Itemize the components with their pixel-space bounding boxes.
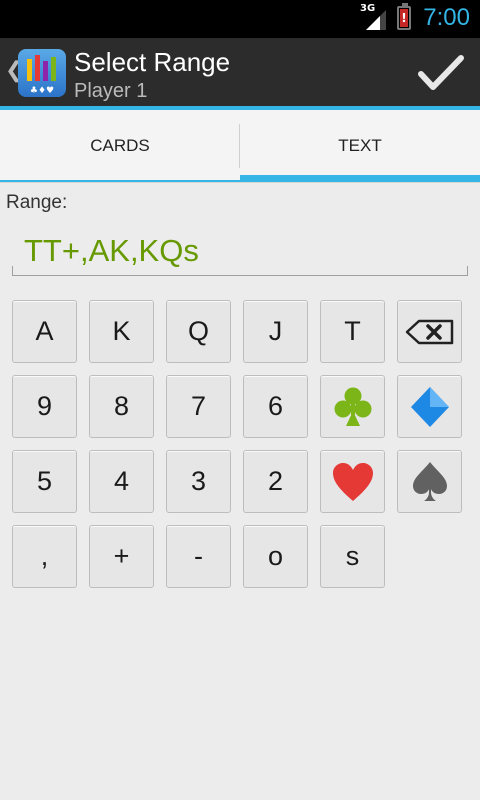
diamond-suit-icon bbox=[410, 386, 449, 427]
battery-alert-icon: ! bbox=[397, 3, 411, 30]
key-6[interactable]: 6 bbox=[243, 375, 308, 438]
key-q[interactable]: Q bbox=[166, 300, 231, 363]
key-5[interactable]: 5 bbox=[12, 450, 77, 513]
diamond-key[interactable] bbox=[397, 375, 462, 438]
backspace-icon bbox=[405, 319, 453, 344]
checkmark-icon[interactable] bbox=[417, 54, 465, 94]
key-minus[interactable]: - bbox=[166, 525, 231, 588]
club-suit-icon bbox=[334, 387, 371, 426]
key-4[interactable]: 4 bbox=[89, 450, 154, 513]
backspace-key[interactable] bbox=[397, 300, 462, 363]
key-t[interactable]: T bbox=[320, 300, 385, 363]
key-3[interactable]: 3 bbox=[166, 450, 231, 513]
range-input-edge bbox=[467, 266, 468, 276]
key-plus[interactable]: + bbox=[89, 525, 154, 588]
key-s[interactable]: s bbox=[320, 525, 385, 588]
status-time: 7:00 bbox=[423, 4, 470, 31]
tab-indicator-cards bbox=[0, 180, 240, 182]
tab-text[interactable]: TEXT bbox=[240, 110, 480, 182]
spade-key[interactable] bbox=[397, 450, 462, 513]
key-2[interactable]: 2 bbox=[243, 450, 308, 513]
range-input[interactable] bbox=[12, 226, 468, 276]
club-key[interactable] bbox=[320, 375, 385, 438]
network-type-label: 3G bbox=[360, 3, 376, 14]
spade-suit-icon bbox=[412, 461, 447, 501]
tab-bar: CARDS TEXT bbox=[0, 110, 480, 183]
key-9[interactable]: 9 bbox=[12, 375, 77, 438]
key-8[interactable]: 8 bbox=[89, 375, 154, 438]
key-a[interactable]: A bbox=[12, 300, 77, 363]
range-input-edge bbox=[12, 266, 13, 276]
status-bar: 3G ! 7:00 bbox=[0, 0, 480, 38]
key-k[interactable]: K bbox=[89, 300, 154, 363]
svg-text:♣♦♥: ♣♦♥ bbox=[30, 86, 54, 96]
key-7[interactable]: 7 bbox=[166, 375, 231, 438]
key-o[interactable]: o bbox=[243, 525, 308, 588]
signal-icon: 3G bbox=[360, 3, 388, 32]
action-bar: ❮ ♣♦♥ Select Range Player 1 bbox=[0, 38, 480, 110]
page-subtitle: Player 1 bbox=[74, 80, 148, 102]
app-logo-icon[interactable]: ♣♦♥ bbox=[18, 49, 66, 97]
range-label: Range: bbox=[6, 192, 68, 213]
page-title: Select Range bbox=[74, 47, 231, 77]
heart-key[interactable] bbox=[320, 450, 385, 513]
heart-suit-icon bbox=[332, 462, 373, 501]
key-comma[interactable]: , bbox=[12, 525, 77, 588]
key-j[interactable]: J bbox=[243, 300, 308, 363]
tab-cards[interactable]: CARDS bbox=[0, 110, 240, 182]
tab-indicator-text bbox=[240, 175, 480, 182]
